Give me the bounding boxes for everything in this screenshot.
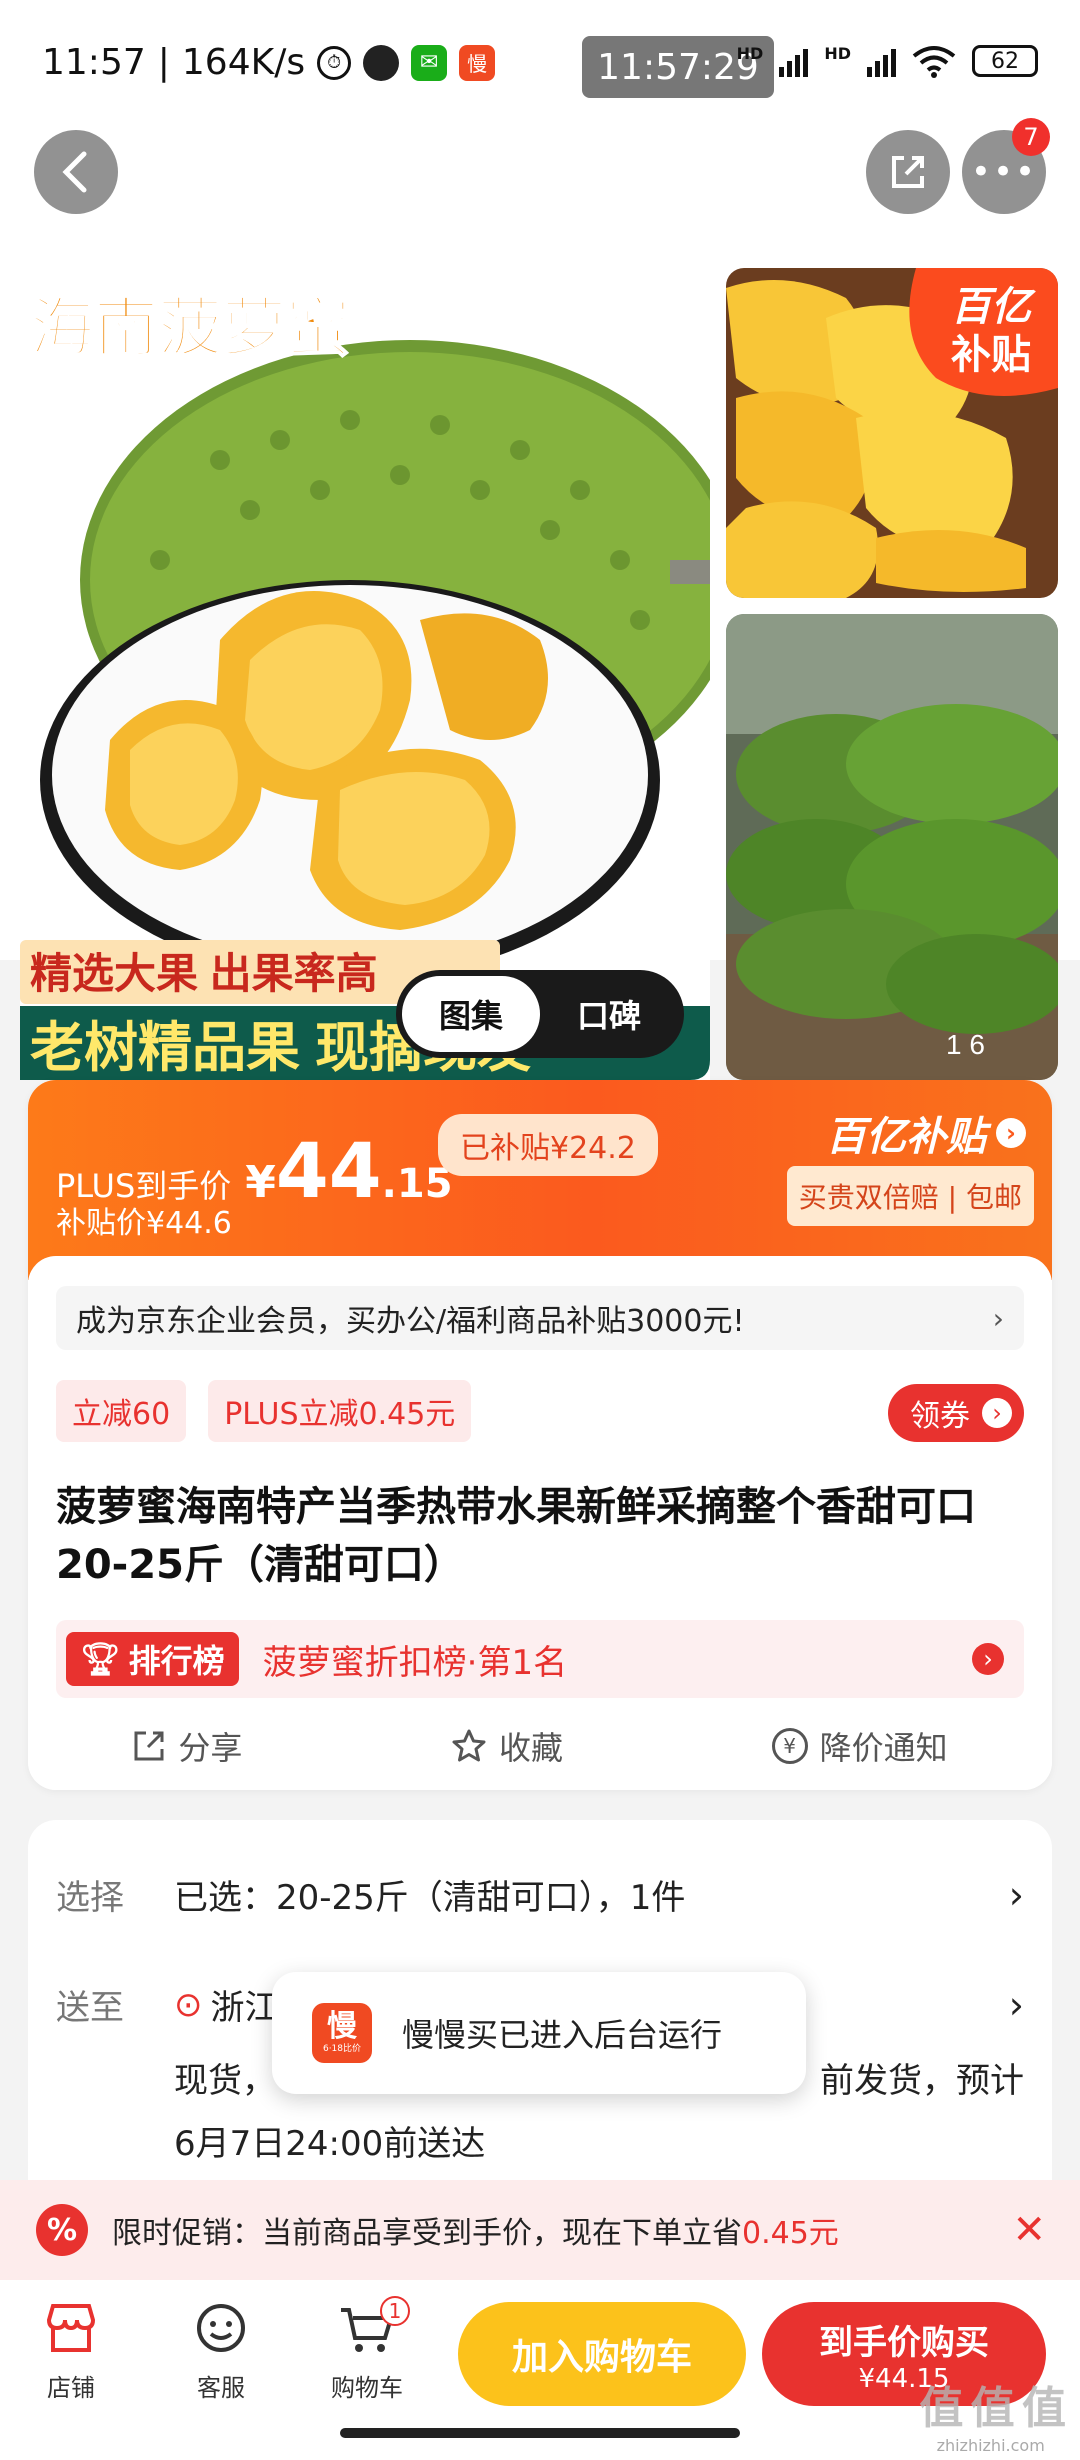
signal-icon-1 bbox=[779, 45, 809, 77]
product-title: 菠萝蜜海南特产当季热带水果新鲜采摘整个香甜可口 20-25斤（清甜可口） bbox=[56, 1484, 976, 1588]
share-action[interactable]: 分享 bbox=[132, 1723, 242, 1769]
subsidy-brand[interactable]: 百亿补贴 › bbox=[826, 1104, 1026, 1162]
location-pin-icon: ⊙ bbox=[174, 1984, 203, 2025]
manmanmai-app-icon: 慢 bbox=[459, 44, 496, 81]
store-icon bbox=[46, 2304, 96, 2352]
status-time: 11:57 bbox=[42, 42, 146, 83]
tab-gallery[interactable]: 图集 bbox=[402, 976, 540, 1052]
more-icon: ••• bbox=[970, 152, 1038, 192]
promo-bar: % 限时促销：当前商品享受到手价，现在下单立省0.45元 ✕ bbox=[0, 2180, 1080, 2280]
price-amount: 44 bbox=[275, 1126, 382, 1215]
network-hd-label-2: HD bbox=[824, 44, 851, 63]
select-row[interactable]: 选择 已选：20-25斤（清甜可口），1件 › bbox=[56, 1870, 1024, 1919]
ranking-bar[interactable]: 🏆︎ 排行榜 菠萝蜜折扣榜·第1名 › bbox=[56, 1620, 1024, 1698]
coupon-tag-1: 立减60 bbox=[56, 1380, 187, 1442]
price-decimal: .15 bbox=[381, 1161, 453, 1207]
customer-service-button[interactable]: 客服 bbox=[166, 2302, 276, 2403]
wifi-icon bbox=[912, 46, 956, 78]
signal-icon-2 bbox=[867, 45, 896, 77]
cart-count-badge: 1 bbox=[380, 2296, 410, 2326]
chevron-left-icon bbox=[62, 151, 87, 193]
chevron-right-icon: › bbox=[972, 1643, 1004, 1675]
svg-text:1 6: 1 6 bbox=[946, 1029, 985, 1060]
price-card: PLUS到手价 ¥ 44 .15 已补贴¥24.2 补贴价¥44.6 百亿补贴 … bbox=[28, 1080, 1052, 1790]
select-label: 选择 bbox=[56, 1878, 124, 1918]
svg-text:精选大果 出果率高: 精选大果 出果率高 bbox=[30, 950, 378, 997]
trophy-icon: 🏆︎ bbox=[80, 1640, 121, 1678]
cart-button[interactable]: 1 购物车 bbox=[312, 2296, 422, 2403]
yen-circle-icon: ¥ bbox=[771, 1728, 808, 1764]
select-value: 已选：20-25斤（清甜可口），1件 bbox=[174, 1878, 686, 1918]
alarm-icon: ⏱ bbox=[317, 45, 352, 80]
gallery-thumb-1[interactable]: 百亿 补贴 bbox=[726, 268, 1058, 598]
delivery-location: 浙江 bbox=[210, 1988, 279, 2028]
bottom-action-bar: 店铺 客服 1 购物车 加入购物车 到手价购买 ¥44.15 值 值 值 zhi… bbox=[0, 2280, 1080, 2460]
more-badge: 7 bbox=[1012, 118, 1050, 156]
promo-text: 限时促销：当前商品享受到手价，现在下单立省0.45元 bbox=[112, 2216, 839, 2251]
status-bar: 11:57 | 164K/s ⏱ ✉ 慢 11:57:29 HD HD 62 bbox=[0, 0, 1080, 130]
tab-reviews[interactable]: 口碑 bbox=[540, 976, 678, 1052]
toast-message: 慢慢买已进入后台运行 bbox=[402, 2016, 723, 2054]
svg-text:补贴: 补贴 bbox=[951, 333, 1031, 377]
back-button[interactable] bbox=[34, 130, 118, 214]
delivery-ship: 前发货，预计 bbox=[820, 2061, 1024, 2101]
delivery-label: 送至 bbox=[56, 1988, 124, 2028]
share-button[interactable] bbox=[866, 130, 950, 214]
chevron-right-icon: › bbox=[982, 1398, 1012, 1428]
main-image-title: 海南菠萝蜜 bbox=[30, 292, 350, 364]
customer-service-icon bbox=[197, 2304, 245, 2352]
subsidy-price: 补贴价¥44.6 bbox=[56, 1206, 232, 1241]
enterprise-banner[interactable]: 成为京东企业会员，买办公/福利商品补贴3000元! › bbox=[56, 1286, 1024, 1350]
star-icon bbox=[452, 1729, 486, 1762]
add-to-cart-button[interactable]: 加入购物车 bbox=[458, 2302, 746, 2406]
ranking-badge: 🏆︎ 排行榜 bbox=[66, 1632, 239, 1686]
delivery-stock: 现货， bbox=[174, 2061, 276, 2101]
chevron-right-icon: › bbox=[1008, 1872, 1024, 1917]
status-speed: 164K/s bbox=[181, 42, 306, 83]
coupon-tag-2: PLUS立减0.45元 bbox=[208, 1380, 472, 1442]
price-currency: ¥ bbox=[245, 1157, 276, 1208]
battery-indicator: 62 bbox=[972, 45, 1038, 77]
delivery-eta: 6月7日24:00前送达 bbox=[174, 2124, 486, 2164]
chevron-right-icon: › bbox=[996, 1118, 1026, 1148]
store-button[interactable]: 店铺 bbox=[16, 2302, 126, 2403]
favorite-action[interactable]: 收藏 bbox=[451, 1723, 563, 1769]
gallery-thumb-2[interactable]: 1 6 bbox=[726, 614, 1058, 1080]
subsidized-tag: 已补贴¥24.2 bbox=[438, 1114, 658, 1176]
wechat-icon: ✉ bbox=[411, 44, 448, 81]
price-header: PLUS到手价 ¥ 44 .15 已补贴¥24.2 补贴价¥44.6 百亿补贴 … bbox=[28, 1080, 1052, 1280]
home-indicator[interactable] bbox=[340, 2428, 740, 2438]
gallery-tabs: 图集 口碑 bbox=[396, 970, 684, 1058]
more-button[interactable]: ••• 7 bbox=[962, 118, 1050, 214]
promo-amount: 0.45元 bbox=[742, 2216, 839, 2251]
svg-text:百亿: 百亿 bbox=[951, 285, 1036, 329]
share-icon bbox=[134, 1731, 164, 1761]
jackfruit-illustration: 海南菠萝蜜 精选大果 出果率高 老树精品果 现摘现发 bbox=[20, 260, 710, 1080]
clock-app-icon bbox=[363, 44, 400, 81]
product-gallery: 海南菠萝蜜 精选大果 出果率高 老树精品果 现摘现发 百亿 补贴 1 6 bbox=[0, 130, 1080, 1080]
chevron-right-icon: › bbox=[992, 1301, 1004, 1335]
price-alert-action[interactable]: ¥ 降价通知 bbox=[771, 1723, 948, 1769]
discount-percent-icon: % bbox=[36, 2204, 88, 2256]
price-body: 成为京东企业会员，买办公/福利商品补贴3000元! › 立减60 PLUS立减0… bbox=[28, 1256, 1052, 1790]
ranking-text: 菠萝蜜折扣榜·第1名 bbox=[262, 1642, 568, 1683]
chevron-right-icon: › bbox=[1008, 1982, 1024, 2027]
network-hd-label-1: HD bbox=[736, 44, 764, 63]
close-icon[interactable]: ✕ bbox=[1012, 2207, 1046, 2253]
manmanmai-app-icon: 慢 6·18比价 bbox=[312, 2003, 372, 2063]
background-run-toast: 慢 6·18比价 慢慢买已进入后台运行 bbox=[272, 1972, 806, 2094]
share-icon bbox=[892, 156, 924, 188]
main-product-image[interactable]: 海南菠萝蜜 精选大果 出果率高 老树精品果 现摘现发 bbox=[20, 260, 710, 1080]
get-coupon-button[interactable]: 领券 › bbox=[888, 1384, 1024, 1442]
guarantee-tag: 买贵双倍赔 | 包邮 bbox=[786, 1166, 1034, 1226]
watermark: 值 值 值 zhizhizhi.com bbox=[919, 2383, 1066, 2455]
